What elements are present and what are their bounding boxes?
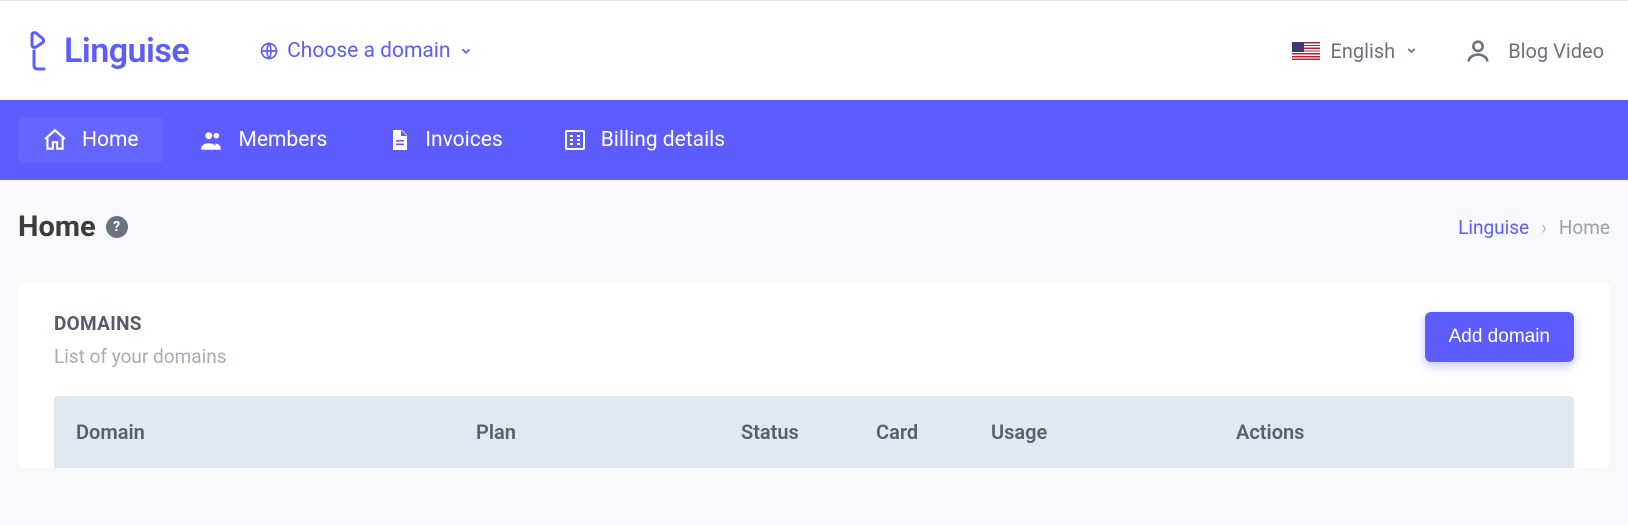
nav-members[interactable]: Members <box>175 117 352 163</box>
domains-table-header: Domain Plan Status Card Usage Actions <box>54 396 1574 468</box>
language-label: English <box>1330 39 1395 63</box>
col-header-domain: Domain <box>76 420 476 444</box>
top-header: Linguise Choose a domain English Blog Vi <box>0 0 1628 100</box>
user-menu[interactable]: Blog Video <box>1464 37 1604 65</box>
nav-home[interactable]: Home <box>18 117 163 163</box>
nav-item-label: Home <box>82 128 139 152</box>
domains-card-subtitle: List of your domains <box>54 345 227 368</box>
brand-logo[interactable]: Linguise <box>24 31 189 71</box>
nav-item-label: Billing details <box>601 128 725 152</box>
domain-selector-label: Choose a domain <box>287 39 450 63</box>
breadcrumb: Linguise › Home <box>1458 216 1610 239</box>
flag-us-icon <box>1292 42 1320 60</box>
breadcrumb-current: Home <box>1559 216 1610 239</box>
domains-card-header: DOMAINS List of your domains Add domain <box>54 312 1574 368</box>
page-heading-row: Home ? Linguise › Home <box>0 180 1628 268</box>
brand-name: Linguise <box>64 31 189 71</box>
main-nav: Home Members Invoices Bill <box>0 100 1628 180</box>
nav-billing[interactable]: Billing details <box>539 118 749 162</box>
invoice-icon <box>387 127 411 153</box>
domains-card: DOMAINS List of your domains Add domain … <box>18 282 1610 468</box>
user-label: Blog Video <box>1508 39 1604 63</box>
col-header-usage: Usage <box>991 420 1236 444</box>
breadcrumb-separator: › <box>1541 216 1547 239</box>
help-icon[interactable]: ? <box>106 216 128 238</box>
domain-selector[interactable]: Choose a domain <box>259 39 472 63</box>
col-header-card: Card <box>876 420 991 444</box>
add-domain-button[interactable]: Add domain <box>1425 312 1574 362</box>
nav-invoices[interactable]: Invoices <box>363 117 526 163</box>
col-header-plan: Plan <box>476 420 741 444</box>
col-header-actions: Actions <box>1236 420 1552 444</box>
breadcrumb-root[interactable]: Linguise <box>1458 216 1529 239</box>
page-title: Home ? <box>18 210 128 244</box>
members-icon <box>199 127 225 153</box>
language-selector[interactable]: English <box>1292 39 1418 63</box>
nav-item-label: Members <box>239 128 328 152</box>
brand-mark-icon <box>24 31 54 71</box>
billing-icon <box>563 128 587 152</box>
globe-icon <box>259 41 279 61</box>
user-icon <box>1464 37 1492 65</box>
chevron-down-icon <box>1405 44 1418 57</box>
col-header-status: Status <box>741 420 876 444</box>
nav-item-label: Invoices <box>425 128 502 152</box>
domains-card-title: DOMAINS <box>54 312 227 335</box>
page-title-text: Home <box>18 210 96 244</box>
home-icon <box>42 127 68 153</box>
chevron-down-icon <box>459 44 473 58</box>
